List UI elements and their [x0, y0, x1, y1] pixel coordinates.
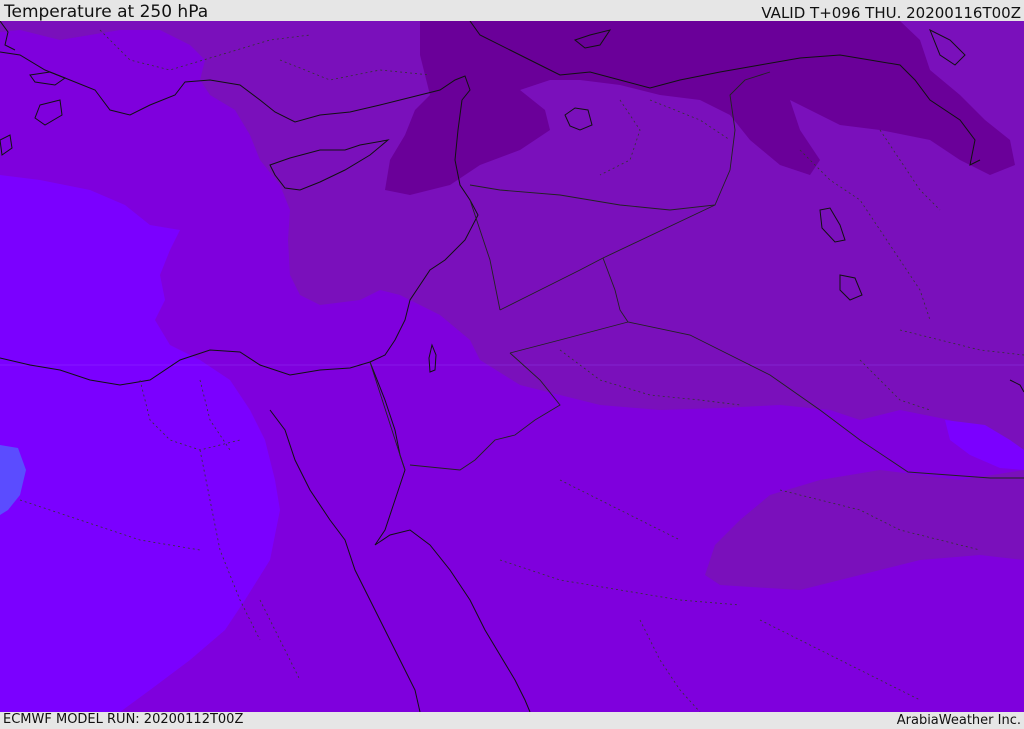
map-title: Temperature at 250 hPa	[4, 2, 209, 22]
model-run-label: ECMWF MODEL RUN: 20200112T00Z	[3, 712, 244, 727]
valid-time-label: VALID T+096 THU. 20200116T00Z	[761, 4, 1021, 22]
credit-label: ArabiaWeather Inc.	[896, 713, 1021, 728]
footer-bar: ECMWF MODEL RUN: 20200112T00Z ArabiaWeat…	[0, 712, 1024, 729]
weather-map-frame: Temperature at 250 hPa VALID T+096 THU. …	[0, 0, 1024, 729]
temperature-map	[0, 21, 1024, 712]
map-canvas	[0, 21, 1024, 712]
header-bar: Temperature at 250 hPa VALID T+096 THU. …	[0, 0, 1024, 21]
